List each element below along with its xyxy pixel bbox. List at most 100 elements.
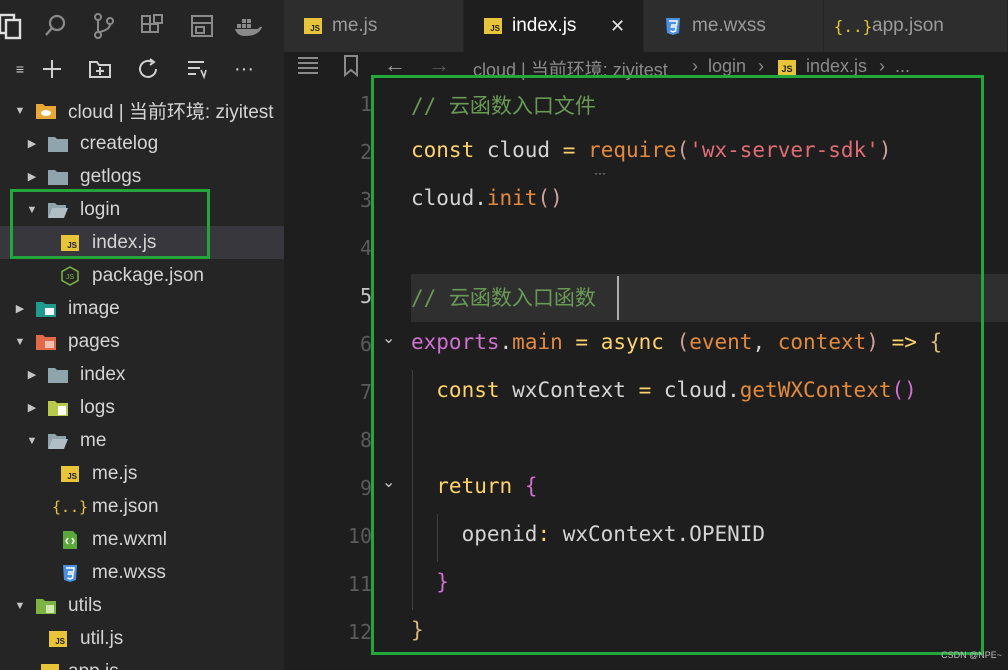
chevron-right-icon[interactable]: ▶ <box>25 137 39 151</box>
chevron-right-icon[interactable]: ▶ <box>13 302 27 316</box>
more-glyph: ··· <box>234 57 254 80</box>
breadcrumb-separator: › <box>692 56 698 76</box>
line-number: 7 <box>359 380 372 404</box>
utils-folder-icon <box>35 596 57 616</box>
new-folder-icon[interactable] <box>86 56 114 82</box>
tab-label: index.js <box>512 15 577 36</box>
collapse-glyph: ≡ <box>15 61 25 77</box>
js-file-icon: JS <box>47 629 69 649</box>
tree-item-label: app.js <box>68 661 119 670</box>
collapse-icon[interactable]: ≡ <box>6 56 34 82</box>
extensions-icon[interactable] <box>136 10 168 42</box>
bookmark-icon[interactable] <box>342 54 360 83</box>
tree-item-pages[interactable]: ▼ pages <box>0 325 284 358</box>
tree-item-createlog[interactable]: ▶ createlog <box>0 127 284 160</box>
tree-item-label: util.js <box>80 627 124 649</box>
explorer-icon[interactable] <box>0 10 26 42</box>
source-control-icon[interactable] <box>88 10 120 42</box>
code-highlight-box <box>371 75 984 655</box>
new-file-icon[interactable] <box>38 56 66 82</box>
image-folder-icon <box>35 299 57 319</box>
line-number: 10 <box>347 524 372 548</box>
tree-item-me-js[interactable]: JS me.js <box>0 457 284 490</box>
tree-item-cloud[interactable]: ▼ cloud | 当前环境: ziyitest <box>0 94 284 127</box>
wxss-icon <box>59 563 81 583</box>
folder-open-icon <box>47 431 69 451</box>
tree-item-logs[interactable]: ▶ logs <box>0 391 284 424</box>
tab-label: me.wxss <box>692 15 766 36</box>
tab-me-js[interactable]: JS me.js <box>284 0 464 52</box>
js-file-icon: JS <box>39 662 61 670</box>
sort-icon[interactable] <box>182 56 210 82</box>
explorer-sidebar: ≡ ··· ▼ cloud | 当前环境: ziyitest ▶ createlog ▶… <box>0 0 284 670</box>
watermark: CSDN @NPE~ <box>941 650 1002 660</box>
folder-icon <box>47 134 69 154</box>
tree-item-label: me.wxss <box>92 561 166 583</box>
tree-item-label: image <box>68 297 120 319</box>
chevron-down-icon[interactable]: ▼ <box>13 104 27 118</box>
node-icon: JS <box>59 265 81 286</box>
tab-label: me.js <box>332 15 378 36</box>
chevron-down-icon[interactable]: ▼ <box>25 434 39 448</box>
tree-item-me-wxss[interactable]: me.wxss <box>0 556 284 589</box>
line-number: 3 <box>359 188 372 212</box>
tree-item-label: pages <box>68 330 120 352</box>
chevron-right-icon[interactable]: ▶ <box>25 401 39 415</box>
line-number: 2 <box>359 140 372 164</box>
js-file-icon: JS <box>778 60 796 76</box>
more-icon[interactable]: ··· <box>230 56 258 82</box>
explorer-toolbar: ≡ ··· <box>0 52 284 86</box>
tree-item-label: cloud | 当前环境: ziyitest <box>68 102 274 123</box>
line-number: 8 <box>359 428 372 452</box>
tree-item-util-js[interactable]: JS util.js <box>0 622 284 655</box>
tab-me-wxss[interactable]: me.wxss <box>644 0 824 52</box>
tab-label: app.json <box>872 15 944 36</box>
tree-item-me[interactable]: ▼ me <box>0 424 284 457</box>
json-file-icon: {..} <box>833 16 873 36</box>
svg-text:JS: JS <box>66 274 75 281</box>
js-file-icon: JS <box>59 464 81 484</box>
tree-item-index[interactable]: ▶ index <box>0 358 284 391</box>
wxss-file-icon <box>662 16 684 36</box>
js-file-icon: JS <box>302 16 324 36</box>
layout-icon[interactable] <box>186 10 218 42</box>
tree-item-label: package.json <box>92 264 204 286</box>
json-icon: {..} <box>51 497 89 516</box>
breadcrumb-separator: › <box>758 56 764 76</box>
search-icon[interactable] <box>40 10 72 42</box>
tree-item-utils[interactable]: ▼ utils <box>0 589 284 622</box>
tree-item-me-wxml[interactable]: me.wxml <box>0 523 284 556</box>
line-number: 5 <box>359 284 372 308</box>
line-number: 9 <box>359 476 372 500</box>
tree-item-label: getlogs <box>80 165 142 187</box>
tree-item-label: createlog <box>80 132 159 154</box>
tab-index-js[interactable]: JS index.js ✕ <box>464 0 644 52</box>
tree-item-label: me.js <box>92 462 138 484</box>
tree-item-label: me <box>80 429 107 451</box>
close-icon[interactable]: ✕ <box>610 16 625 37</box>
chevron-down-icon[interactable]: ▼ <box>13 599 27 613</box>
breadcrumb-segment-login[interactable]: login <box>708 56 746 77</box>
folder-icon <box>47 167 69 187</box>
chevron-right-icon[interactable]: ▶ <box>25 170 39 184</box>
tree-item-label: me.wxml <box>92 528 167 550</box>
chevron-down-icon[interactable]: ▼ <box>13 335 27 349</box>
docker-icon[interactable] <box>232 10 264 42</box>
pages-folder-icon <box>35 332 57 352</box>
chevron-right-icon[interactable]: ▶ <box>25 368 39 382</box>
logs-folder-icon <box>47 398 69 418</box>
tree-item-me-json[interactable]: {..} me.json <box>0 490 284 523</box>
wxml-icon <box>59 530 81 550</box>
line-number: 12 <box>347 620 372 644</box>
list-icon[interactable] <box>296 54 320 81</box>
cloud-folder-icon <box>35 101 57 121</box>
tab-app-json[interactable]: {..} app.json <box>824 0 1008 52</box>
refresh-icon[interactable] <box>134 56 162 82</box>
tree-item-package-json[interactable]: JS package.json <box>0 259 284 292</box>
breadcrumb-segment-more[interactable]: ... <box>895 56 910 77</box>
tree-item-image[interactable]: ▶ image <box>0 292 284 325</box>
tree-item-label: me.json <box>92 495 159 517</box>
line-number: 11 <box>347 572 372 596</box>
breadcrumb-segment-file[interactable]: index.js <box>806 56 867 77</box>
tree-item-app-js[interactable]: JS app.js <box>0 655 284 670</box>
